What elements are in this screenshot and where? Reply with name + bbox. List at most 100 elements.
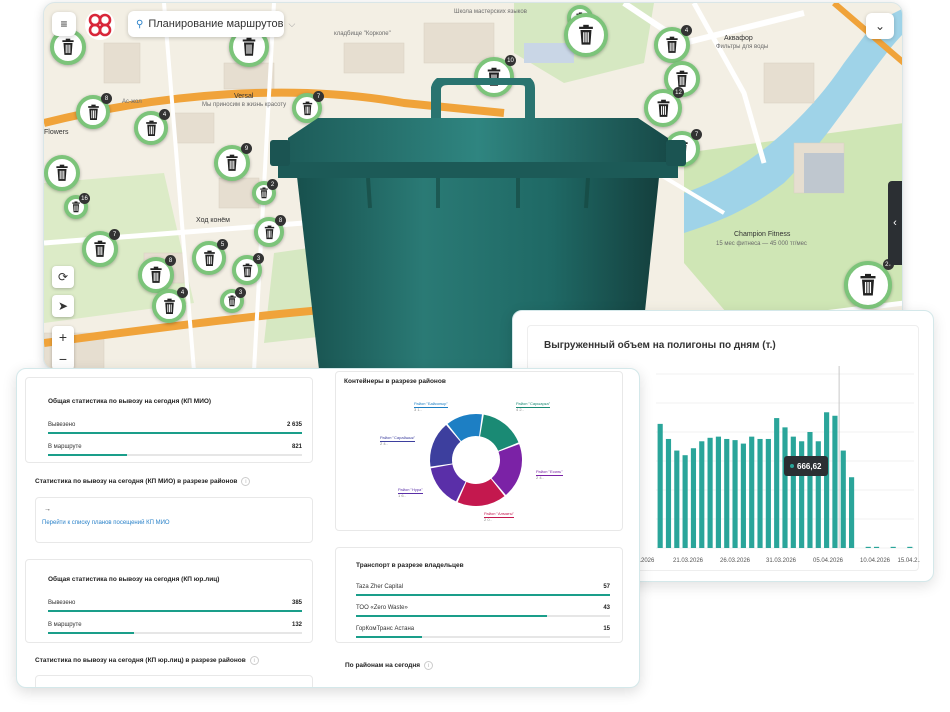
info-icon[interactable]: i: [249, 656, 259, 665]
stats-legal-row-collected: Вывезено 385: [48, 600, 302, 616]
zoom-control: + −: [52, 326, 74, 369]
row-label: Taza Zher Capital: [356, 584, 404, 590]
chart-bar[interactable]: [657, 423, 663, 548]
containers-donut-chart[interactable]: [426, 410, 526, 510]
zoom-in-button[interactable]: +: [52, 326, 74, 348]
row-value: 2 635: [286, 422, 302, 428]
container-marker[interactable]: 27: [844, 259, 894, 309]
marker-count-badge: 8: [165, 255, 176, 266]
zoom-out-button[interactable]: −: [52, 348, 74, 369]
x-tick-label: 21.03.2026: [673, 558, 704, 564]
row-value: 57: [603, 584, 610, 590]
brand-logo: [85, 10, 115, 40]
container-marker[interactable]: 4: [152, 287, 188, 323]
collapse-button[interactable]: ⌄: [866, 13, 894, 39]
info-icon[interactable]: i: [241, 477, 251, 486]
map-label-hod-konem: Ход конём: [196, 217, 230, 224]
info-icon[interactable]: i: [424, 661, 434, 670]
marker-count-badge: 10: [505, 55, 516, 66]
container-marker[interactable]: 3: [220, 287, 246, 313]
transport-row: ТОО «Zero Waste» 43: [356, 605, 610, 621]
chart-bar[interactable]: [740, 443, 746, 548]
container-marker[interactable]: 8: [76, 93, 112, 129]
x-tick-label: 15.04.2...: [897, 558, 920, 564]
map-label-school: Школа мастерских языков: [454, 9, 527, 15]
chart-bar[interactable]: [774, 418, 780, 548]
trash-icon: [143, 120, 160, 137]
chart-bar[interactable]: [765, 438, 771, 548]
donut-label-value: 2 0..: [484, 516, 492, 522]
chart-bar[interactable]: [782, 427, 788, 548]
chart-bar[interactable]: [840, 450, 846, 548]
row-value: 15: [603, 626, 610, 632]
progress-track: [48, 632, 302, 634]
donut-slice[interactable]: [480, 414, 519, 451]
section-title-text: По районам на сегодня: [345, 662, 421, 669]
section-title-text: Статистика по вывозу на сегодня (КП юр.л…: [35, 657, 246, 664]
mio-plans-link[interactable]: Перейти к списку планов посещений КП МИО: [42, 520, 170, 526]
districts-mio-card: → Перейти к списку планов посещений КП М…: [35, 497, 313, 543]
container-marker[interactable]: 8: [138, 255, 176, 293]
chart-bar[interactable]: [724, 438, 730, 548]
container-marker[interactable]: [44, 155, 80, 191]
donut-label-value: 3 1..: [414, 406, 422, 412]
chart-bar[interactable]: [690, 448, 697, 548]
menu-button[interactable]: ≡: [52, 12, 76, 36]
chart-bar[interactable]: [749, 436, 755, 548]
trash-icon: [856, 273, 880, 297]
container-marker[interactable]: 16: [64, 193, 90, 219]
chevron-left-icon: ‹: [893, 217, 897, 229]
container-marker[interactable]: 4: [654, 25, 692, 63]
trash-icon: [223, 154, 241, 172]
locate-button[interactable]: ➤: [52, 295, 74, 317]
side-panel-toggle[interactable]: ‹: [888, 181, 902, 265]
x-tick-label: 10.04.2026: [860, 558, 891, 564]
chart-bar[interactable]: [682, 455, 688, 548]
chart-bar[interactable]: [849, 477, 855, 548]
refresh-button[interactable]: ⟳: [52, 266, 74, 288]
stats-mio-card: Общая статистика по вывозу на сегодня (К…: [25, 377, 313, 463]
chart-bar[interactable]: [715, 436, 721, 548]
stats-legal-row-in-route: В маршруте 132: [48, 622, 302, 638]
chart-bar[interactable]: [824, 412, 830, 548]
chart-bar[interactable]: [732, 440, 738, 548]
chart-bar[interactable]: [865, 546, 871, 548]
chart-bar[interactable]: [707, 437, 713, 548]
stats-legal-card: Общая статистика по вывозу на сегодня (К…: [25, 559, 313, 643]
donut-label-value: 2 4..: [536, 474, 544, 480]
trash-icon: [147, 266, 165, 284]
chart-bar[interactable]: [832, 415, 838, 548]
chart-bar[interactable]: [699, 441, 705, 548]
chart-bar[interactable]: [873, 546, 880, 548]
marker-count-badge: 5: [217, 239, 228, 250]
container-marker[interactable]: 9: [214, 143, 252, 181]
chart-bar[interactable]: [757, 438, 763, 548]
donut-slice[interactable]: [430, 464, 466, 502]
trash-icon: [239, 37, 259, 57]
container-marker[interactable]: 4: [134, 109, 170, 145]
map-label-aquafor-sub: Фильтры для воды: [716, 44, 769, 50]
hamburger-icon: ≡: [60, 17, 68, 31]
progress-track: [48, 610, 302, 612]
trash-icon: [59, 38, 77, 56]
container-marker[interactable]: [564, 13, 608, 57]
row-label: В маршруте: [48, 444, 82, 450]
container-marker[interactable]: 7: [82, 229, 120, 267]
route-planning-select[interactable]: ⚲ Планирование маршрутов ⌵: [128, 11, 295, 37]
arrow-right-icon: →: [44, 506, 51, 513]
chart-bar[interactable]: [665, 438, 672, 548]
progress-track: [48, 454, 302, 456]
row-label: ТОО «Zero Waste»: [356, 605, 408, 611]
districts-legal-title: Статистика по вывозу на сегодня (КП юр.л…: [35, 656, 259, 665]
route-planning-label: Планирование маршрутов: [148, 18, 284, 30]
marker-count-badge: 16: [79, 193, 90, 204]
chart-bar[interactable]: [674, 450, 680, 548]
container-marker[interactable]: 5: [192, 239, 228, 275]
chart-bar[interactable]: [807, 432, 813, 548]
transport-row: Taza Zher Capital 57: [356, 584, 610, 600]
chart-bar[interactable]: [890, 546, 896, 548]
chart-bar[interactable]: [790, 436, 796, 548]
stage: кладбище "Коркопе" Школа мастерских язык…: [0, 0, 950, 712]
donut-label: Район "Байконыр" 3 1..: [414, 401, 448, 413]
chart-bar[interactable]: [907, 546, 913, 548]
